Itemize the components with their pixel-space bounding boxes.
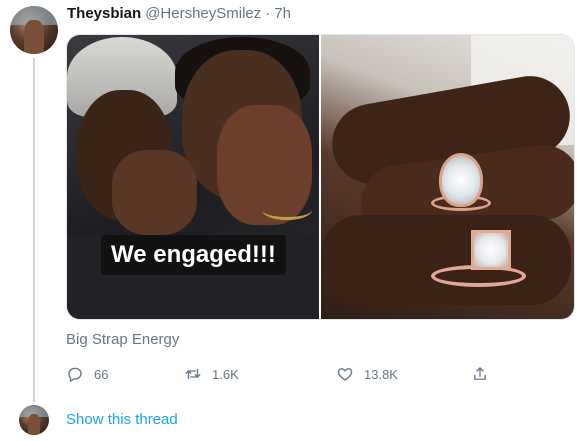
media-caption-text: We engaged!!! <box>111 241 276 268</box>
media-photo-left[interactable]: We engaged!!! <box>67 35 319 319</box>
retweet-count: 1.6K <box>212 366 239 382</box>
photo-ring-pear-stone <box>439 153 483 207</box>
tweet[interactable]: Theysbian @HersheySmilez · 7h We engaged… <box>0 0 577 441</box>
retweet-button[interactable]: 1.6K <box>184 365 239 383</box>
share-icon <box>474 367 486 380</box>
author-handle[interactable]: @HersheySmilez <box>145 5 261 22</box>
photo-necklace <box>262 200 312 220</box>
tweet-actions: 66 1.6K 13.8K <box>66 365 496 387</box>
tweet-header: Theysbian @HersheySmilez · 7h <box>67 5 291 25</box>
tweet-media: We engaged!!! <box>66 34 575 320</box>
reply-count: 66 <box>94 366 109 382</box>
author-display-name[interactable]: Theysbian <box>67 5 141 22</box>
reply-button[interactable]: 66 <box>66 365 108 383</box>
heart-icon <box>337 368 353 381</box>
photo-ring-cushion-stone <box>471 230 511 270</box>
tweet-timestamp[interactable]: 7h <box>274 5 291 22</box>
tweet-text: Big Strap Energy <box>66 331 180 348</box>
reply-icon <box>68 367 82 383</box>
share-button[interactable] <box>471 365 489 383</box>
author-avatar[interactable] <box>10 6 58 54</box>
thread-avatar-figure <box>28 414 40 435</box>
like-count: 13.8K <box>364 366 398 382</box>
show-thread-link[interactable]: Show this thread <box>66 411 178 428</box>
thread-avatar[interactable] <box>19 405 49 435</box>
avatar-figure <box>24 20 44 54</box>
retweet-icon <box>185 368 201 380</box>
photo-finger-bottom <box>321 215 571 305</box>
like-button[interactable]: 13.8K <box>336 365 398 383</box>
media-caption: We engaged!!! <box>101 235 286 275</box>
thread-line <box>33 58 35 402</box>
header-separator: · <box>265 5 271 22</box>
media-photo-right[interactable] <box>321 35 574 319</box>
photo-hand-left <box>112 150 197 235</box>
